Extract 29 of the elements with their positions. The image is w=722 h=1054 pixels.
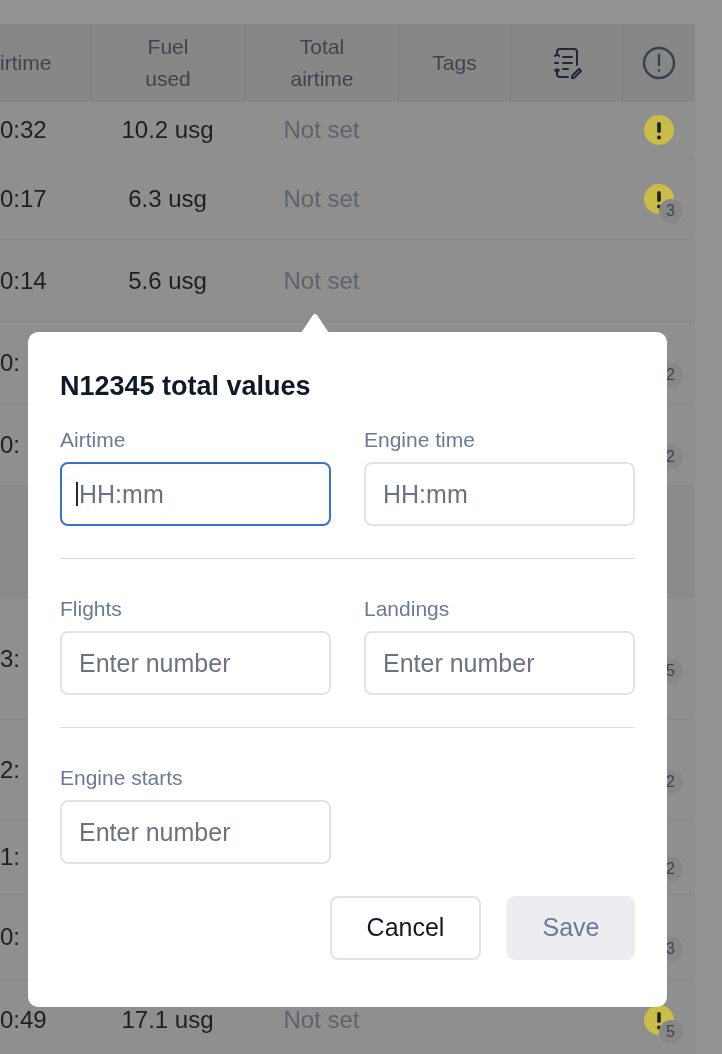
field-label: Landings <box>364 596 451 622</box>
table-cell: 2: <box>0 755 20 783</box>
table-cell: 0:14 <box>0 266 47 294</box>
alert-icon[interactable] <box>642 46 676 80</box>
field-label: Flights <box>60 596 123 622</box>
table-cell-text: 6.3 usg <box>128 183 207 214</box>
column-header[interactable]: Fuel used <box>128 31 208 95</box>
field-label: Engine time <box>364 427 476 453</box>
notes-icon[interactable] <box>551 47 582 79</box>
table-cell: 3: <box>0 644 20 672</box>
table-cell: 0: <box>0 430 20 458</box>
cancel-button[interactable]: Cancel <box>330 896 481 960</box>
table-cell: 0: <box>0 348 20 376</box>
column-header[interactable]: irtime <box>0 47 90 79</box>
table-cell: 0:32 <box>0 115 47 143</box>
table-cell: 0:49 <box>0 1005 47 1033</box>
table-cell: 1: <box>0 843 20 870</box>
text-field[interactable]: HH:mm <box>60 462 331 526</box>
text-cursor <box>76 482 78 506</box>
table-cell: 0:17 <box>0 184 47 212</box>
table-cell-text: 10.2 usg <box>121 114 214 145</box>
dialog-title: N12345 total values <box>60 370 312 403</box>
column-header[interactable]: Total airtime <box>282 31 362 95</box>
table-cell-text: 17.1 usg <box>121 1004 214 1035</box>
column-header[interactable]: Tags <box>414 47 495 79</box>
field-label: Engine starts <box>60 765 184 791</box>
field-label: Airtime <box>60 427 127 453</box>
table-cell-text: 5.6 usg <box>128 265 207 296</box>
table-cell: 0: <box>0 923 20 950</box>
